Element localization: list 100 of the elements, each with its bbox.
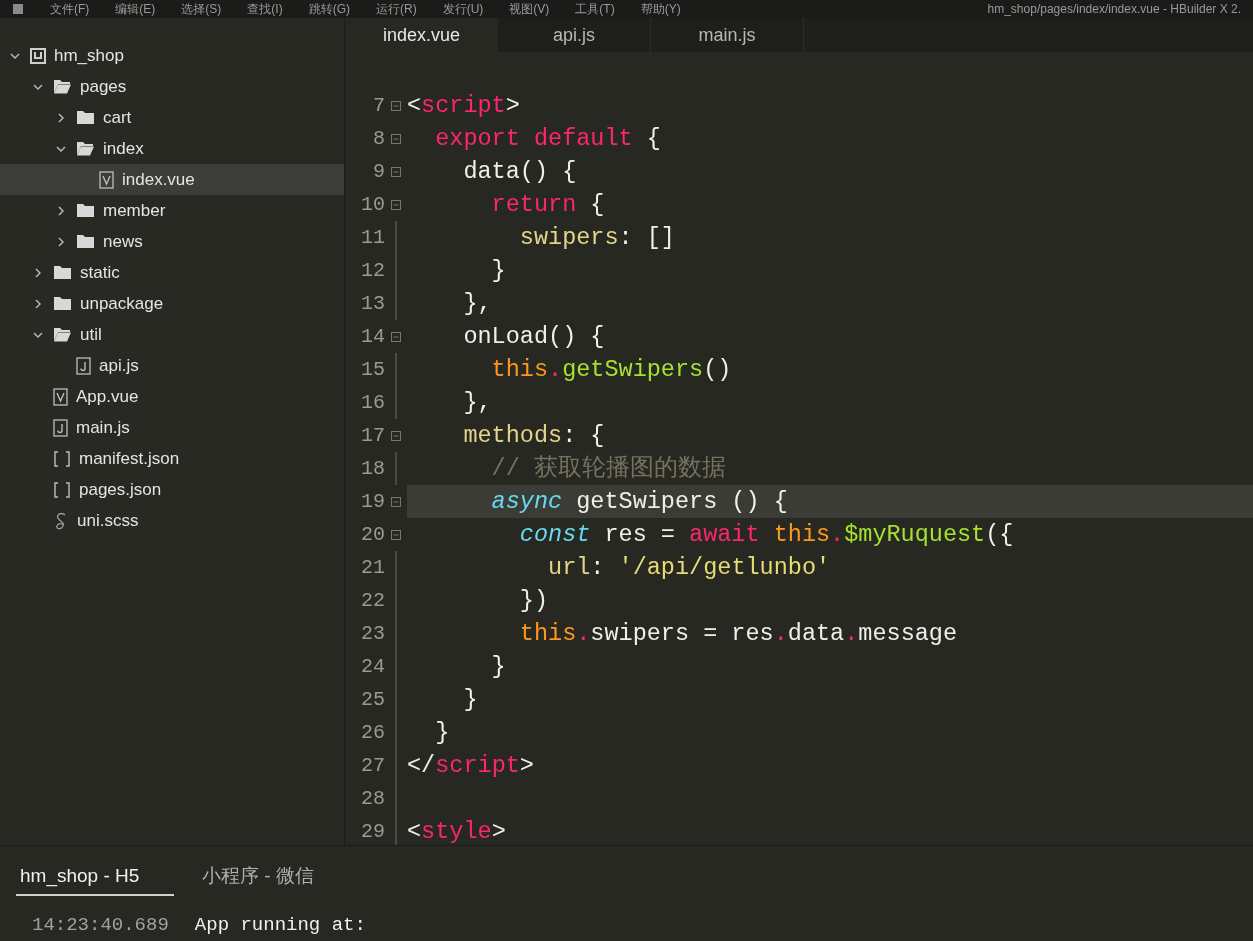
line-number: 19 (360, 488, 385, 515)
file-icon (99, 170, 114, 189)
open-folder-icon (76, 141, 95, 156)
code-line: return { (490, 189, 606, 220)
tree-item[interactable]: pages (0, 71, 344, 102)
chevron-right-icon[interactable] (56, 112, 66, 123)
fold-icon[interactable] (391, 496, 401, 507)
console-tab[interactable]: 小程序 - 微信 (198, 861, 356, 896)
project-icon (30, 47, 46, 64)
log-message: App running at: (194, 913, 366, 938)
line-number: 17 (360, 422, 385, 449)
code-line: } (490, 255, 507, 286)
line-number: 18 (360, 455, 385, 482)
menu-item[interactable]: 发行(U) (442, 0, 484, 18)
file-icon (53, 387, 68, 406)
tree-item[interactable]: index (0, 133, 344, 164)
code-line: } (490, 651, 507, 682)
folder-icon (53, 296, 72, 311)
menu-item[interactable]: 跳转(G) (308, 0, 350, 18)
chevron-right-icon[interactable] (56, 236, 66, 247)
code-line: export default { (434, 123, 662, 154)
line-number: 8 (372, 125, 385, 152)
code-line: <script> (407, 90, 521, 121)
tree-item[interactable]: member (0, 195, 344, 226)
folder-icon (76, 110, 95, 125)
code-line: url: '/api/getlunbo' (547, 552, 832, 583)
line-number: 29 (360, 818, 385, 845)
code-line: <style> (407, 816, 507, 845)
tree-item[interactable]: uni.scss (0, 505, 344, 536)
line-number: 11 (360, 224, 385, 251)
menu-item[interactable]: 帮助(Y) (640, 0, 681, 18)
line-number: 16 (360, 389, 385, 416)
code-line: </script> (407, 750, 535, 781)
fold-icon[interactable] (391, 430, 401, 441)
code-line: }, (462, 387, 493, 418)
tree-item[interactable]: hm_shop (0, 40, 344, 71)
tree-item[interactable]: util (0, 319, 344, 350)
folder-icon (53, 265, 72, 280)
line-number: 26 (360, 719, 385, 746)
line-number: 25 (360, 686, 385, 713)
tree-item[interactable]: api.js (0, 350, 344, 381)
fold-icon[interactable] (391, 529, 401, 540)
line-number: 7 (372, 92, 385, 119)
tree-item[interactable]: index.vue (0, 164, 344, 195)
line-number: 28 (360, 785, 385, 812)
tree-item[interactable]: cart (0, 102, 344, 133)
line-number: 24 (360, 653, 385, 680)
chevron-right-icon[interactable] (33, 267, 43, 278)
line-number: 15 (360, 356, 385, 383)
line-number: 21 (360, 554, 385, 581)
line-number: 23 (360, 620, 385, 647)
tree-item[interactable]: manifest.json (0, 443, 344, 474)
line-number: 10 (360, 191, 385, 218)
line-number: 22 (360, 587, 385, 614)
chevron-right-icon[interactable] (56, 205, 66, 216)
tree-item[interactable]: App.vue (0, 381, 344, 412)
menu-item[interactable]: 查找(I) (247, 0, 283, 18)
fold-icon[interactable] (391, 166, 401, 177)
fold-icon[interactable] (391, 199, 401, 210)
code-line: data() { (462, 156, 578, 187)
tree-item[interactable]: unpackage (0, 288, 344, 319)
file-icon (76, 356, 91, 375)
fold-icon[interactable] (391, 133, 401, 144)
chevron-right-icon[interactable] (33, 298, 43, 309)
menu-item[interactable]: 文件(F) (50, 0, 90, 18)
line-number: 13 (360, 290, 385, 317)
json-file-icon (53, 480, 71, 499)
tree-item[interactable]: news (0, 226, 344, 257)
console-tab[interactable]: hm_shop - H5 (16, 861, 174, 896)
log-time: 14:23:40.689 (32, 913, 169, 938)
file-icon (53, 418, 68, 437)
folder-icon (76, 203, 95, 218)
code-line: const res = await this.$myRuquest({ (518, 519, 1015, 550)
code-line: swipers: [] (518, 222, 676, 253)
code-line: this.swipers = res.data.message (518, 618, 959, 649)
editor-tab[interactable]: api.js (498, 18, 651, 52)
menu-item[interactable]: 视图(V) (509, 0, 550, 18)
editor-tab[interactable]: index.vue (345, 18, 498, 52)
menu-item[interactable]: 运行(R) (376, 0, 417, 18)
line-number: 9 (372, 158, 385, 185)
code-line: } (434, 717, 451, 748)
fold-icon[interactable] (391, 100, 401, 111)
menu-item[interactable]: 编辑(E) (115, 0, 156, 18)
line-number: 12 (360, 257, 385, 284)
tree-item[interactable]: static (0, 257, 344, 288)
line-number: 27 (360, 752, 385, 779)
window-title: hm_shop/pages/index/index.vue - HBuilder X 2. (987, 1, 1241, 18)
line-number: 14 (360, 323, 385, 350)
fold-icon[interactable] (391, 331, 401, 342)
code-line: this.getSwipers() (490, 354, 733, 385)
line-number: 20 (360, 521, 385, 548)
open-folder-icon (53, 79, 72, 94)
tree-item[interactable]: pages.json (0, 474, 344, 505)
code-line: } (462, 684, 479, 715)
menu-item[interactable]: 工具(T) (575, 0, 615, 18)
editor-tab[interactable]: main.js (651, 18, 804, 52)
tree-item[interactable]: main.js (0, 412, 344, 443)
code-line: }) (518, 585, 550, 616)
menu-item[interactable]: 选择(S) (181, 0, 222, 18)
app-icon (12, 3, 24, 15)
